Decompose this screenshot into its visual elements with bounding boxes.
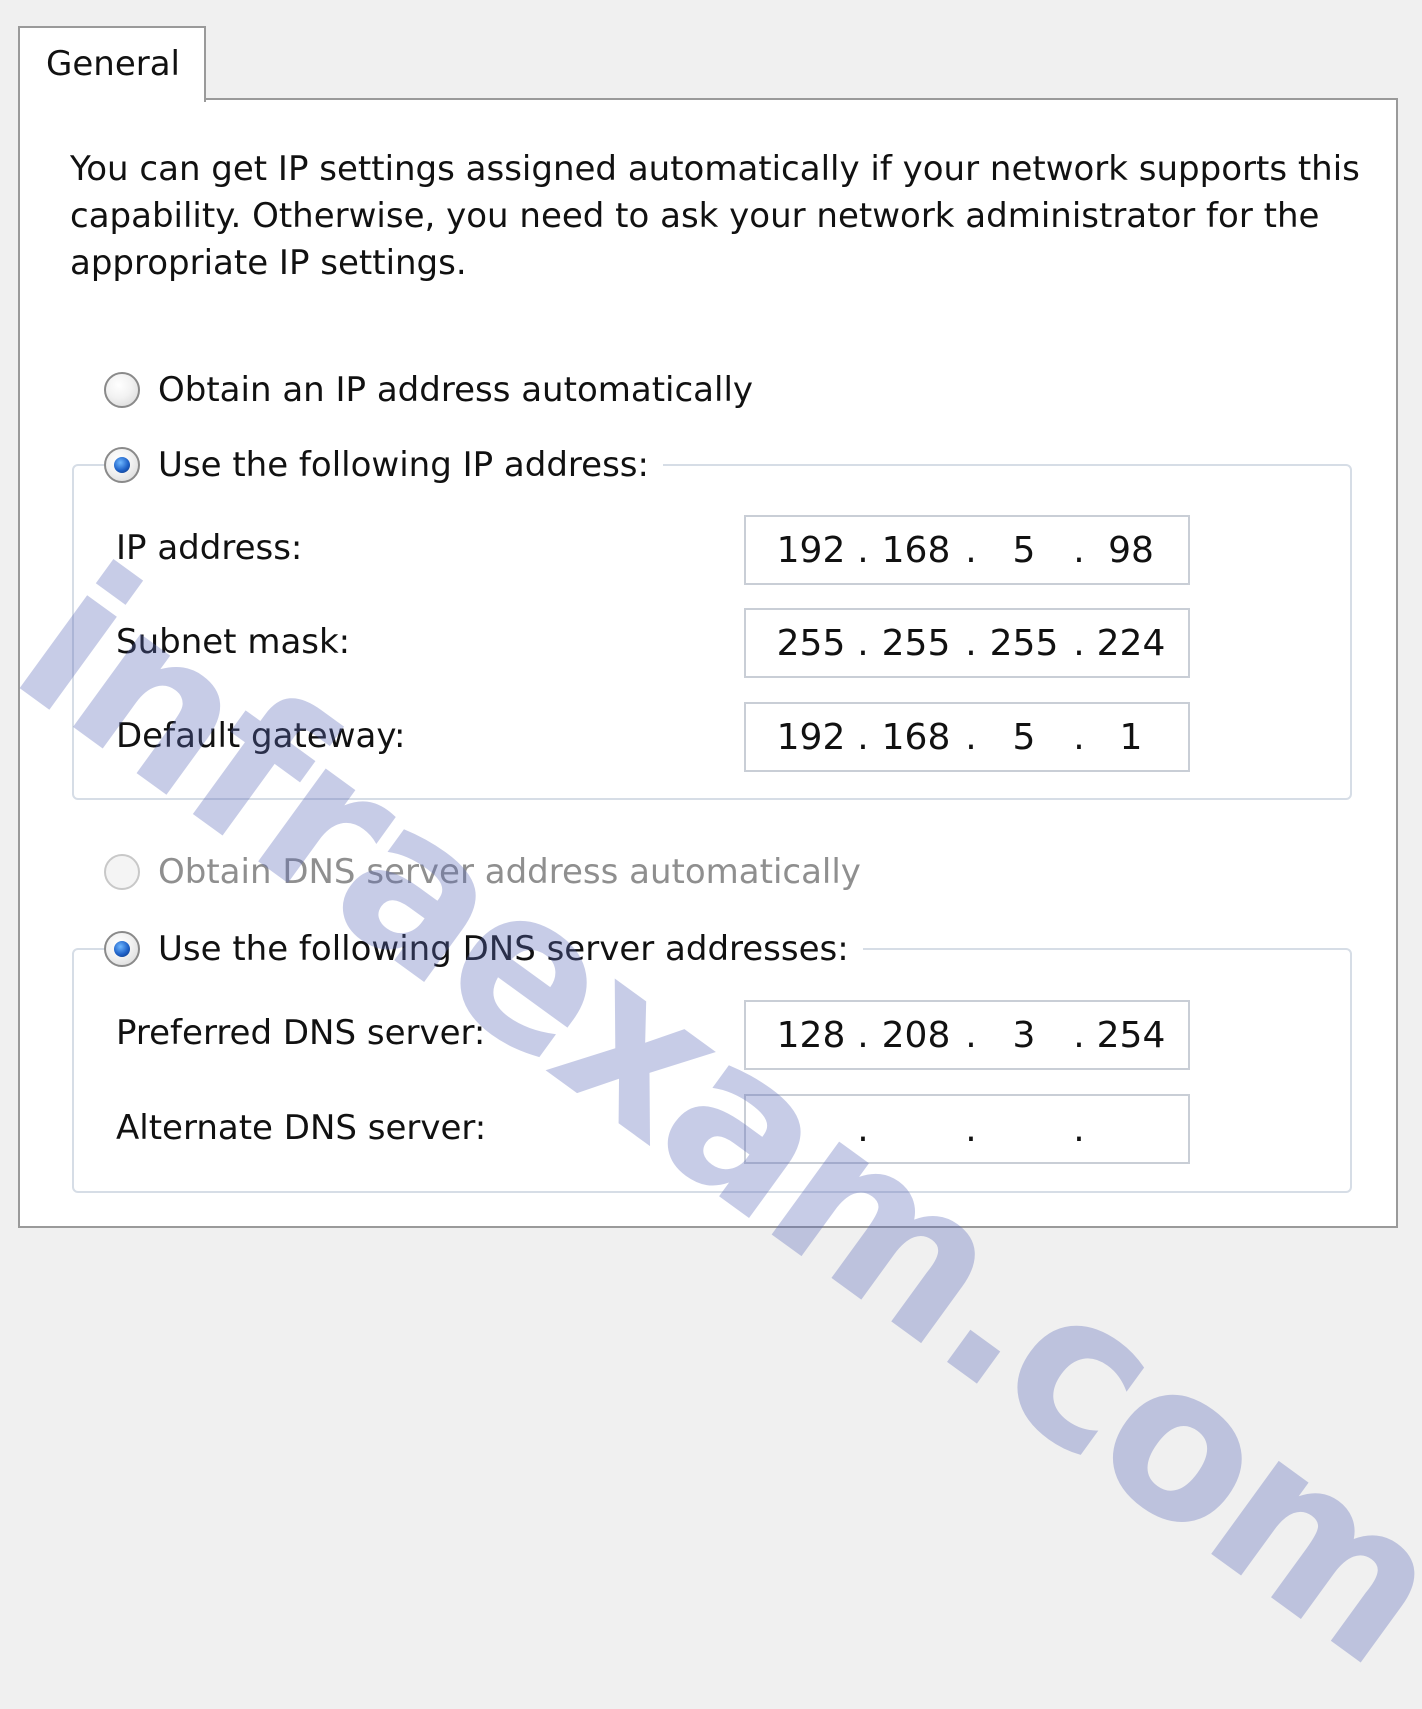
subnet-mask-input[interactable]: 255 . 255 . 255 . 224	[744, 608, 1190, 678]
radio-label: Use the following IP address:	[158, 445, 649, 485]
octet-1: 255	[776, 623, 846, 664]
octet-separator: .	[1073, 623, 1085, 664]
radio-disabled-icon[interactable]	[104, 854, 140, 890]
preferred-dns-label: Preferred DNS server:	[116, 1013, 486, 1053]
obtain-dns-automatically-radio[interactable]: Obtain DNS server address automatically	[104, 850, 875, 894]
octet-separator: .	[1073, 717, 1085, 758]
use-following-dns-radio[interactable]: Use the following DNS server addresses:	[104, 927, 863, 971]
intro-text: You can get IP settings assigned automat…	[70, 149, 1360, 283]
radio-checked-icon[interactable]	[104, 447, 140, 483]
octet-2: 168	[881, 530, 951, 571]
radio-label: Use the following DNS server addresses:	[158, 929, 849, 969]
obtain-ip-automatically-radio[interactable]: Obtain an IP address automatically	[104, 368, 768, 412]
octet-separator: .	[965, 623, 977, 664]
alternate-dns-label: Alternate DNS server:	[116, 1108, 487, 1148]
use-following-ip-radio[interactable]: Use the following IP address:	[104, 443, 663, 487]
octet-2: 208	[881, 1015, 951, 1056]
radio-unchecked-icon[interactable]	[104, 372, 140, 408]
octet-1: 128	[776, 1015, 846, 1056]
octet-3: 5	[1012, 717, 1036, 758]
preferred-dns-input[interactable]: 128 . 208 . 3 . 254	[744, 1000, 1190, 1070]
tab-general[interactable]: General	[18, 26, 206, 102]
default-gateway-input[interactable]: 192 . 168 . 5 . 1	[744, 702, 1190, 772]
octet-4: 98	[1108, 530, 1154, 571]
octet-separator: .	[965, 530, 977, 571]
octet-4: 254	[1096, 1015, 1166, 1056]
octet-separator: .	[1073, 1015, 1085, 1056]
octet-3: 5	[1012, 530, 1036, 571]
octet-1: 192	[776, 530, 846, 571]
octet-3: 3	[1012, 1015, 1036, 1056]
octet-separator: .	[1073, 1109, 1085, 1150]
octet-1: 192	[776, 717, 846, 758]
octet-4: 224	[1096, 623, 1166, 664]
default-gateway-label: Default gateway:	[116, 716, 406, 756]
radio-label: Obtain an IP address automatically	[158, 370, 754, 410]
octet-separator: .	[965, 1015, 977, 1056]
alternate-dns-input[interactable]: . . .	[744, 1094, 1190, 1164]
octet-separator: .	[857, 623, 869, 664]
octet-separator: .	[857, 717, 869, 758]
octet-2: 168	[881, 717, 951, 758]
octet-2: 255	[881, 623, 951, 664]
octet-separator: .	[965, 717, 977, 758]
octet-separator: .	[1073, 530, 1085, 571]
ip-address-input[interactable]: 192 . 168 . 5 . 98	[744, 515, 1190, 585]
tab-label: General	[46, 44, 180, 84]
ip-address-label: IP address:	[116, 528, 303, 568]
radio-checked-icon[interactable]	[104, 931, 140, 967]
octet-separator: .	[857, 1109, 869, 1150]
subnet-mask-label: Subnet mask:	[116, 622, 351, 662]
octet-separator: .	[965, 1109, 977, 1150]
octet-3: 255	[989, 623, 1059, 664]
octet-separator: .	[857, 530, 869, 571]
radio-label: Obtain DNS server address automatically	[158, 852, 861, 892]
octet-4: 1	[1119, 717, 1143, 758]
octet-separator: .	[857, 1015, 869, 1056]
